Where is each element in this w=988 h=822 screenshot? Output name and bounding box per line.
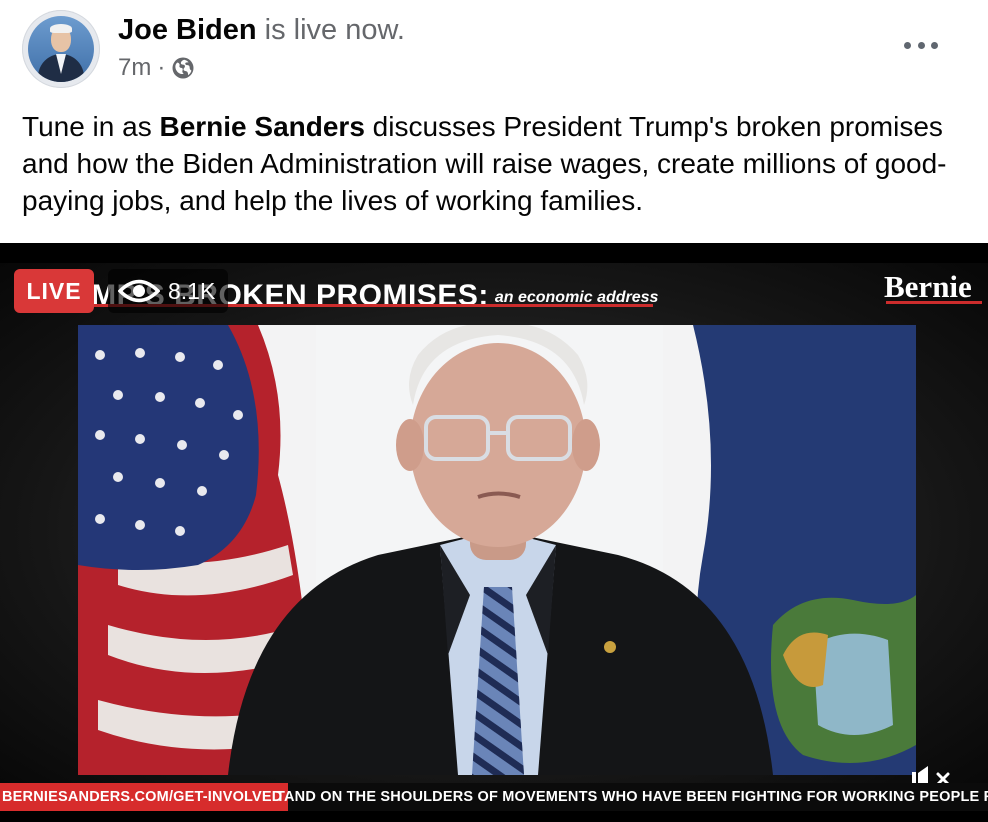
- more-dot: [931, 41, 938, 49]
- post-text-start: Tune in as: [22, 111, 160, 142]
- author-line: Joe Biden is live now.: [118, 12, 405, 48]
- meta-separator: ·: [157, 54, 166, 81]
- post-timestamp[interactable]: 7m: [118, 53, 151, 83]
- eye-icon: [118, 279, 160, 303]
- more-options-button[interactable]: [904, 38, 938, 52]
- viewer-count-badge: 8.1K: [108, 269, 228, 313]
- news-ticker: BERNIESANDERS.COM/GET-INVOLVED TAND ON T…: [0, 783, 988, 811]
- viewer-count: 8.1K: [168, 277, 216, 304]
- video-title: TRUMP'S BROKEN PROMISES:: [28, 279, 489, 312]
- more-dot: [917, 41, 925, 49]
- author-name[interactable]: Joe Biden: [118, 14, 257, 46]
- video-frame: [78, 325, 916, 775]
- post-message: Tune in as Bernie Sanders discusses Pres…: [22, 108, 972, 219]
- mentioned-person: Bernie Sanders: [159, 111, 365, 142]
- avatar-photo: [28, 16, 94, 82]
- speaker-image: [228, 325, 773, 775]
- post-header: Joe Biden is live now. 7m ·: [0, 0, 988, 100]
- author-avatar[interactable]: [22, 10, 100, 88]
- live-status-text: is live now.: [264, 14, 405, 46]
- post-meta: 7m ·: [118, 53, 195, 83]
- ticker-link[interactable]: BERNIESANDERS.COM/GET-INVOLVED: [0, 783, 289, 811]
- ticker-text: TAND ON THE SHOULDERS OF MOVEMENTS WHO H…: [276, 789, 988, 805]
- globe-icon[interactable]: [171, 56, 195, 80]
- logo-underline: [886, 301, 982, 304]
- live-video-player[interactable]: TRUMP'S BROKEN PROMISES: an economic addr…: [0, 243, 988, 822]
- bernie-logo: Bernie: [884, 269, 972, 304]
- video-stage: TRUMP'S BROKEN PROMISES: an economic addr…: [0, 263, 988, 798]
- more-dot: [904, 41, 911, 49]
- live-badge: LIVE: [14, 269, 94, 313]
